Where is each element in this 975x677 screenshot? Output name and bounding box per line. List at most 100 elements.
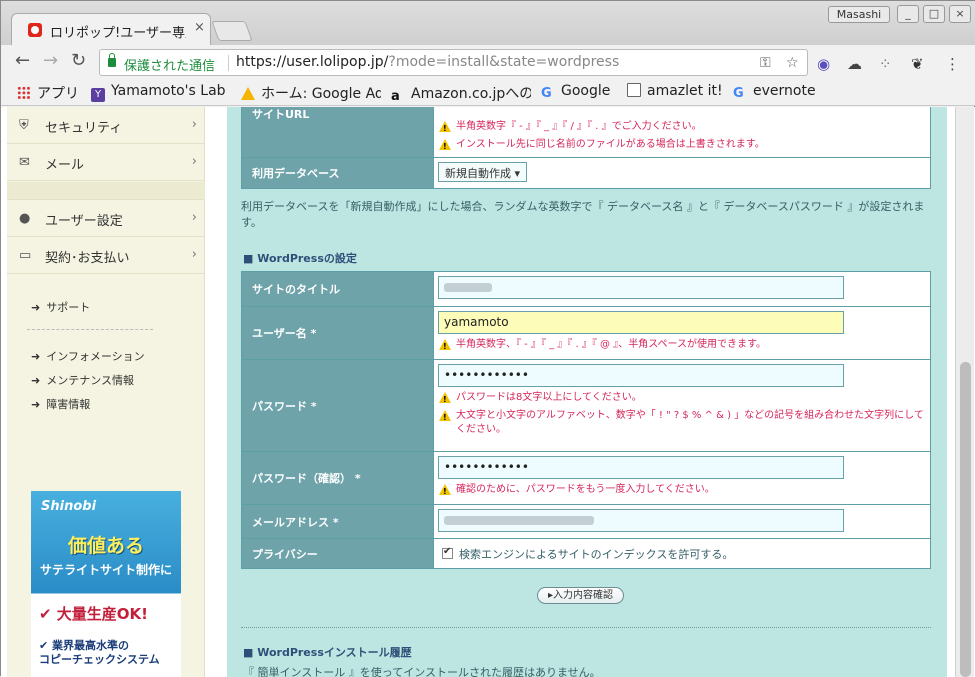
warning-message: パスワードは8文字以上にしてください。 [438, 391, 926, 407]
warning-text: 大文字と小文字のアルファベット、数字や「 ! " ? $ % ^ & ) 」など… [456, 410, 924, 435]
table-row: 利用データベース 新規自動作成 ▾ [241, 157, 931, 189]
database-label: 利用データベース [241, 157, 434, 189]
privacy-cell: 検索エンジンによるサイトのインデックスを許可する。 [433, 538, 931, 569]
profile-button[interactable]: Masashi [828, 6, 890, 23]
password-confirm-cell: •••••••••••• 確認のために、パスワードをもう一度入力してください。 [433, 451, 931, 505]
bookmark-amazon[interactable]: a Amazon.co.jpへのアク [391, 83, 531, 104]
back-arrow-icon[interactable]: ← [15, 52, 30, 70]
arrow-right-icon: ➜ [31, 350, 41, 363]
tab-close-icon[interactable]: × [194, 20, 205, 35]
site-title-label: サイトのタイトル [241, 271, 434, 307]
warning-text: 半角英数字、『 - 』『 _ 』『 . 』『 @ 』、半角スペースが使用できます… [456, 339, 767, 350]
bookmark-adsense[interactable]: ホーム: Google AdSense [241, 83, 381, 103]
omnibox-separator [228, 55, 229, 71]
email-input[interactable] [438, 509, 844, 532]
warning-message: インストール先に同じ名前のファイルがある場合は上書きされます。 [438, 138, 926, 154]
privacy-label: プライバシー [241, 538, 434, 569]
table-row: ユーザー名 * yamamoto 半角英数字、『 - 』『 _ 』『 . 』『 … [241, 306, 931, 360]
warning-text: 確認のために、パスワードをもう一度入力してください。 [456, 484, 715, 495]
table-row: メールアドレス * [241, 504, 931, 539]
shinobi-ad-banner[interactable]: Shinobi 価値ある サテライトサイト制作に ✔ 大量生産OK! ✔ 業界最… [31, 491, 181, 677]
sidebar-item-user-settings[interactable]: ● ユーザー設定 › [7, 200, 205, 237]
forward-arrow-icon[interactable]: → [43, 52, 58, 70]
warning-text: インストール先に同じ名前のファイルがある場合は上書きされます。 [456, 139, 765, 150]
password-label: パスワード * [241, 359, 434, 452]
confirm-input-button[interactable]: ▸入力内容確認 [537, 587, 625, 604]
sidebar-link-support[interactable]: ➜ サポート [31, 299, 90, 315]
browser-tab[interactable]: ロリポップ!ユーザー専用ページ × [11, 13, 211, 45]
sidebar: ⛨ セキュリティ › ✉ メール › ● ユーザー設定 › ▭ 契約･お支払い … [7, 107, 205, 677]
sidebar-link-information[interactable]: ➜ インフォメーション [31, 348, 145, 364]
wordpress-settings-title: ■ WordPressの設定 [243, 252, 357, 265]
toolbar: ← → ↻ 保護された通信 https://user.lolipop.jp/?m… [1, 45, 975, 79]
banner-headline: 価値ある [67, 535, 144, 557]
bookmark-evernote[interactable]: Gevernote [733, 83, 816, 101]
sidebar-item-mail[interactable]: ✉ メール › [7, 144, 205, 181]
sidebar-link-maintenance[interactable]: ➜ メンテナンス情報 [31, 372, 134, 388]
password-input[interactable]: •••••••••••• [438, 364, 844, 387]
site-title-input[interactable] [438, 276, 844, 299]
sidebar-link-outage[interactable]: ➜ 障害情報 [31, 396, 90, 412]
doc-icon [627, 83, 641, 97]
bookmark-apps[interactable]: アプリ [17, 83, 79, 103]
privacy-checkbox-label[interactable]: 検索エンジンによるサイトのインデックスを許可する。 [459, 548, 733, 561]
install-history-title: ■ WordPressインストール履歴 [243, 646, 412, 659]
banner-point2-line1: 業界最高水準の [52, 639, 130, 652]
minimize-button[interactable]: _ [897, 5, 919, 23]
apps-grid-icon [17, 86, 31, 100]
link-label: 障害情報 [46, 398, 91, 411]
reload-icon[interactable]: ↻ [71, 52, 86, 70]
site-url-cell: 半角英数字『 - 』『 _ 』『 / 』『 . 』でご入力ください。 インストー… [433, 107, 931, 158]
username-input[interactable]: yamamoto [438, 311, 844, 334]
link-label: サポート [46, 301, 91, 314]
extension-globe-icon[interactable]: ◉ [817, 55, 830, 73]
bookmark-star-icon[interactable]: ☆ [786, 55, 799, 71]
chevron-right-icon: › [191, 247, 197, 262]
warning-text: 半角英数字『 - 』『 _ 』『 / 』『 . 』でご入力ください。 [456, 121, 702, 132]
password-confirm-input[interactable]: •••••••••••• [438, 456, 844, 479]
sidebar-divider [27, 329, 153, 330]
warning-icon [439, 339, 451, 354]
shield-icon: ⛨ [19, 118, 29, 133]
url-text[interactable]: https://user.lolipop.jp/?mode=install&st… [236, 54, 619, 70]
bookmark-amazlet[interactable]: amazlet it! [627, 83, 723, 99]
page-scrollbar[interactable] [955, 107, 974, 677]
key-icon[interactable]: ⚿ [760, 55, 771, 71]
extension-cloud-icon[interactable]: ☁ [847, 55, 862, 73]
sidebar-item-label: ユーザー設定 [45, 214, 123, 229]
page-viewport: ⛨ セキュリティ › ✉ メール › ● ユーザー設定 › ▭ 契約･お支払い … [1, 107, 975, 677]
sidebar-item-billing[interactable]: ▭ 契約･お支払い › [7, 237, 205, 274]
menu-spacer [7, 182, 205, 200]
banner-subline: サテライトサイト制作に [39, 563, 172, 577]
sidebar-item-label: 契約･お支払い [45, 251, 130, 266]
warning-text: パスワードは8文字以上にしてください。 [456, 392, 642, 403]
close-window-button[interactable]: × [949, 5, 971, 23]
bookmark-google[interactable]: G Google [541, 83, 610, 101]
new-tab-button[interactable] [211, 21, 253, 41]
email-cell [433, 504, 931, 539]
url-query: ?mode=install&state=wordpress [388, 54, 620, 70]
google-icon: G [541, 86, 552, 101]
evernote-icon[interactable]: ❦ [911, 55, 924, 73]
blurred-value [444, 516, 594, 525]
sidebar-item-label: メール [45, 158, 85, 173]
address-bar[interactable]: 保護された通信 https://user.lolipop.jp/?mode=in… [99, 49, 808, 76]
maximize-button[interactable]: □ [923, 5, 945, 23]
bookmark-label: Google [561, 83, 611, 99]
bookmark-yamamoto-lab[interactable]: Y Yamamoto's Lab [91, 83, 226, 102]
database-select[interactable]: 新規自動作成 ▾ [438, 162, 528, 182]
sidebar-item-security[interactable]: ⛨ セキュリティ › [7, 107, 205, 144]
bookmark-label: アプリ [37, 86, 79, 102]
scrollbar-thumb[interactable] [960, 362, 971, 677]
extension-dots-icon[interactable]: ⁘ [879, 55, 892, 73]
table-row: プライバシー 検索エンジンによるサイトのインデックスを許可する。 [241, 538, 931, 569]
menu-kebab-icon[interactable]: ⋮ [945, 55, 960, 73]
chevron-right-icon: › [191, 154, 197, 169]
warning-message: 半角英数字、『 - 』『 _ 』『 . 』『 @ 』、半角スペースが使用できます… [438, 338, 926, 354]
database-cell: 新規自動作成 ▾ [433, 157, 931, 189]
card-icon: ▭ [19, 248, 32, 263]
privacy-checkbox[interactable] [442, 546, 453, 559]
chevron-right-icon: › [191, 117, 197, 132]
install-settings-table: サイトURL 半角英数字『 - 』『 _ 』『 / 』『 . 』でご入力ください… [241, 107, 931, 189]
tab-strip: ロリポップ!ユーザー専用ページ × Masashi _ □ × [1, 1, 975, 45]
